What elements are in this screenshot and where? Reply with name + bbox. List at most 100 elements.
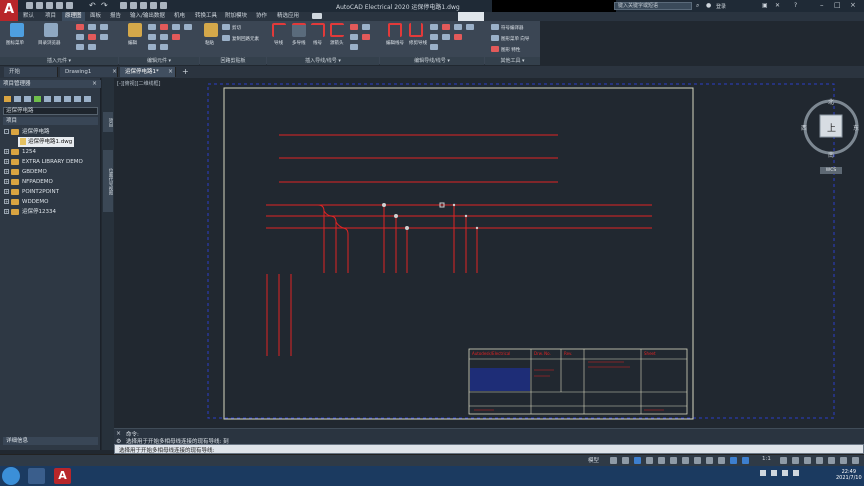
wire-number-icon[interactable]	[311, 23, 325, 37]
ribbon-minimize-button[interactable]	[458, 12, 484, 21]
expand-icon[interactable]: +	[4, 199, 9, 204]
model-space-button[interactable]: 模型	[588, 456, 599, 464]
user-icon[interactable]: ●	[706, 2, 711, 9]
editwire-small-icon-7[interactable]	[454, 34, 462, 40]
tree-item-active-project[interactable]: - 运保停电路	[4, 127, 50, 137]
tree-item-project[interactable]: + WDDEMO	[4, 197, 48, 207]
paste-label[interactable]: 粘贴	[205, 40, 214, 46]
search-icon[interactable]: ⌕	[696, 2, 699, 10]
taskbar-app-icon[interactable]	[28, 468, 45, 484]
collapse-icon[interactable]: -	[4, 129, 9, 134]
insert-small-icon-7[interactable]	[76, 44, 84, 50]
side-tab-project[interactable]: 项目	[103, 112, 113, 132]
fullscreen-icon[interactable]	[840, 457, 847, 464]
insert-components-panel-title[interactable]: 插入元件 ▾	[0, 57, 118, 65]
tab-start[interactable]: 开始	[4, 67, 58, 77]
icon-menu-wizard-label[interactable]: 图形菜单 向导	[501, 36, 529, 42]
title-block-icon[interactable]	[54, 96, 61, 102]
undo-icon[interactable]: ↶	[89, 1, 96, 10]
edit-wire-number-icon[interactable]	[388, 23, 402, 37]
wire-small-icon-4[interactable]	[362, 34, 370, 40]
tree-item-project[interactable]: + 运保停12334	[4, 207, 56, 217]
help-icon[interactable]: ?	[794, 2, 797, 9]
taskbar-clock[interactable]: 22:49 2021/7/10	[836, 469, 862, 481]
paste-icon[interactable]	[204, 23, 218, 37]
icon-menu-icon[interactable]	[10, 23, 24, 37]
units-icon[interactable]	[804, 457, 811, 464]
tree-item-drawing[interactable]: 运保停电路1.dwg	[18, 137, 75, 147]
isolate-objects-icon[interactable]	[828, 457, 835, 464]
open-project-icon[interactable]	[4, 96, 11, 102]
polar-icon[interactable]	[646, 457, 653, 464]
details-section-header[interactable]: 详细信息	[3, 437, 98, 445]
viewcube-top-label[interactable]: 上	[827, 121, 836, 134]
trim-wire-label[interactable]: 修剪导线	[409, 40, 427, 46]
wire-small-icon-1[interactable]	[350, 24, 358, 30]
edit-small-icon-5[interactable]	[148, 34, 156, 40]
new-icon[interactable]	[26, 2, 33, 9]
cart-icon[interactable]: ▣	[762, 2, 768, 9]
expand-icon[interactable]: +	[4, 169, 9, 174]
start-button[interactable]	[2, 467, 20, 485]
tree-item-project[interactable]: + NFPADEMO	[4, 177, 53, 187]
transparency-icon[interactable]	[694, 457, 701, 464]
tray-icon[interactable]	[760, 470, 766, 476]
editwire-small-icon-3[interactable]	[454, 24, 462, 30]
otrack-icon[interactable]	[670, 457, 677, 464]
copy-circuit-icon[interactable]	[222, 35, 230, 41]
snap-icon[interactable]	[622, 457, 629, 464]
publish-project-icon[interactable]	[74, 96, 81, 102]
command-input[interactable]: 选择用于开始多相母线连接的现有导线:	[114, 444, 864, 454]
editwire-small-icon-1[interactable]	[430, 24, 438, 30]
search-input[interactable]: 键入关键字或短语	[614, 2, 692, 10]
tab-electromechanical[interactable]: 机电	[171, 12, 188, 21]
annotation-visibility-icon[interactable]	[730, 457, 737, 464]
selection-cycling-icon[interactable]	[706, 457, 713, 464]
taskbar-autocad-icon[interactable]: A	[54, 468, 71, 484]
cut-icon[interactable]	[222, 24, 230, 30]
edit-small-icon-1[interactable]	[148, 24, 156, 30]
lineweight-icon[interactable]	[682, 457, 689, 464]
edit-wires-panel-title[interactable]: 编辑导线/线号 ▾	[380, 57, 484, 65]
compass-east[interactable]: 东	[853, 123, 859, 132]
auto-scale-icon[interactable]	[742, 457, 749, 464]
workspace-icon[interactable]	[780, 457, 787, 464]
insert-small-icon-1[interactable]	[76, 24, 84, 30]
expand-icon[interactable]: +	[4, 179, 9, 184]
edit-components-panel-title[interactable]: 编辑元件 ▾	[119, 57, 199, 65]
symbol-builder-icon[interactable]	[491, 24, 499, 30]
wire-small-icon-3[interactable]	[350, 34, 358, 40]
settings-icon[interactable]	[140, 2, 147, 9]
editwire-small-icon-8[interactable]	[430, 44, 438, 50]
properties-icon[interactable]	[44, 96, 51, 102]
edit-small-icon-7[interactable]	[172, 34, 180, 40]
edit-component-label[interactable]: 编辑	[128, 40, 137, 46]
tab-drawing1[interactable]: Drawing1	[60, 67, 118, 77]
osnap-icon[interactable]	[658, 457, 665, 464]
edit-small-icon-8[interactable]	[148, 44, 156, 50]
tab-collaborate[interactable]: 协作	[253, 12, 270, 21]
graphic-properties-icon[interactable]	[491, 46, 499, 52]
tab-featured-apps[interactable]: 精选应用	[274, 12, 302, 21]
wire-icon[interactable]	[272, 23, 286, 37]
publish-icon[interactable]	[150, 2, 157, 9]
icon-menu-label[interactable]: 图标菜单	[6, 40, 24, 46]
tab-schematic[interactable]: 原理图	[62, 12, 85, 21]
insert-small-icon-4[interactable]	[76, 34, 84, 40]
wire-label[interactable]: 导线	[274, 40, 283, 46]
application-menu-button[interactable]: A	[0, 0, 18, 22]
compass-south[interactable]: 南	[828, 150, 834, 159]
maximize-icon[interactable]: □	[834, 1, 841, 9]
viewcube[interactable]	[800, 96, 864, 176]
close-icon[interactable]: ×	[850, 1, 856, 9]
catalog-browser-icon[interactable]	[44, 23, 58, 37]
more-icon[interactable]	[84, 96, 91, 102]
symbol-builder-label[interactable]: 符号编译器	[501, 25, 524, 31]
multi-wire-label[interactable]: 多导线	[292, 40, 306, 46]
command-close-icon[interactable]: ×	[116, 430, 121, 437]
insert-small-icon-2[interactable]	[88, 24, 96, 30]
insert-small-icon-8[interactable]	[88, 44, 96, 50]
edit-wire-number-label[interactable]: 编辑线号	[386, 40, 404, 46]
tab-default[interactable]: 默认	[20, 12, 37, 21]
trim-wire-icon[interactable]	[409, 23, 423, 37]
